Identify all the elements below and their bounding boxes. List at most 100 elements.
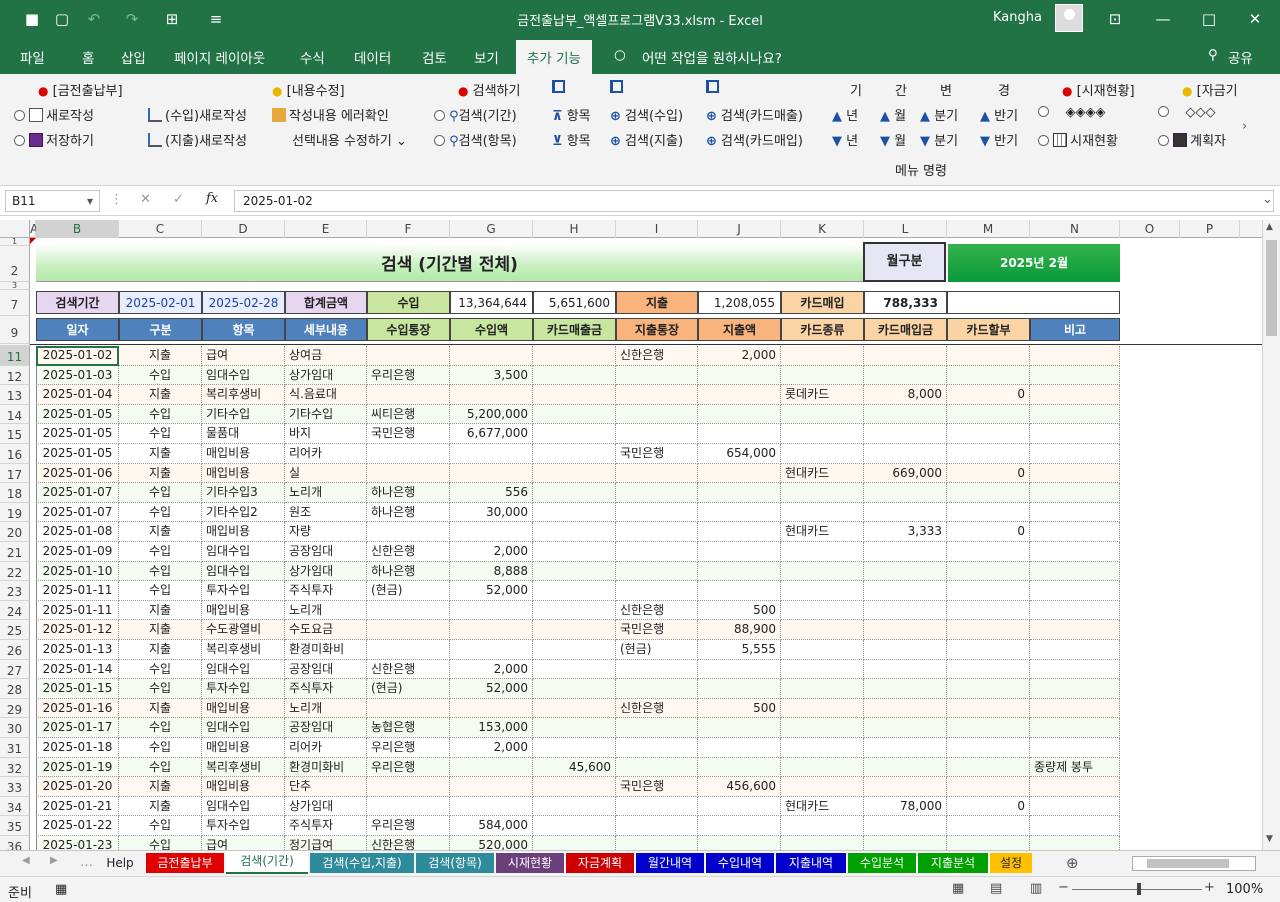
cell-income-account[interactable]: 신한은행 (367, 836, 450, 850)
cell-expense-account[interactable] (616, 561, 698, 582)
cell-card-sale[interactable] (533, 542, 616, 562)
cell-card-type[interactable] (781, 542, 864, 562)
cell-date[interactable]: 2025-01-07 (36, 502, 119, 523)
cell-income-account[interactable]: 우리은행 (367, 738, 450, 758)
cell-income-amount[interactable] (450, 640, 533, 660)
more-tabs-icon[interactable]: … (80, 855, 93, 870)
cell-date[interactable]: 2025-01-02 (36, 346, 119, 366)
formula-input[interactable]: 2025-01-02 (234, 190, 1274, 212)
cell-type[interactable]: 수입 (119, 836, 202, 850)
lightbulb-icon[interactable]: ○ (614, 47, 626, 63)
column-header[interactable]: M (947, 220, 1030, 238)
cell-income-amount[interactable] (450, 757, 533, 778)
cell-income-account[interactable]: 국민은행 (367, 424, 450, 444)
cell-card-type[interactable]: 현대카드 (781, 463, 864, 484)
cell-detail[interactable]: 공장임대 (285, 659, 367, 680)
cell-card-buy[interactable] (864, 346, 947, 366)
cell-card-buy[interactable]: 669,000 (864, 463, 947, 484)
cell-type[interactable]: 지출 (119, 385, 202, 405)
cell-card-buy[interactable] (864, 640, 947, 660)
cell-card-type[interactable]: 롯데카드 (781, 385, 864, 405)
cell-card-buy[interactable] (864, 698, 947, 719)
cell-card-sale[interactable] (533, 659, 616, 680)
month-down-button[interactable]: ▼ 월 (880, 130, 906, 149)
row-header[interactable]: 9 (0, 316, 30, 344)
cell-item[interactable]: 물품대 (202, 424, 285, 444)
close-icon[interactable]: ✕ (1242, 7, 1268, 31)
cell-expense-amount[interactable] (698, 659, 781, 680)
tab-scroll-right-icon[interactable]: ▶ (50, 855, 58, 866)
cell-card-installment[interactable]: 0 (947, 522, 1030, 542)
cell-expense-amount[interactable] (698, 836, 781, 850)
cell-expense-amount[interactable]: 456,600 (698, 777, 781, 797)
cell-expense-amount[interactable] (698, 502, 781, 523)
cell-card-installment[interactable] (947, 816, 1030, 836)
cell-income-amount[interactable] (450, 777, 533, 797)
layout-icon[interactable] (552, 80, 565, 95)
layout-icon[interactable] (706, 80, 719, 95)
row-header[interactable]: 32 (0, 757, 30, 778)
maximize-icon[interactable]: □ (1196, 7, 1222, 31)
cell-type[interactable]: 지출 (119, 777, 202, 797)
cell-card-installment[interactable] (947, 679, 1030, 699)
cell-income-amount[interactable]: 584,000 (450, 816, 533, 836)
sheet-tab[interactable]: 검색(수입,지출) (310, 853, 414, 873)
search-item-button[interactable]: ⚲검색(항목) (434, 130, 517, 149)
cell-card-installment[interactable] (947, 424, 1030, 444)
cell-card-buy[interactable] (864, 542, 947, 562)
cell-date[interactable]: 2025-01-15 (36, 679, 119, 699)
cell-card-installment[interactable] (947, 502, 1030, 523)
cell-detail[interactable]: 바지 (285, 424, 367, 444)
select-all-corner[interactable] (0, 220, 30, 238)
search-card-buy-button[interactable]: ⊕ 검색(카드매입) (706, 130, 803, 149)
cell-card-sale[interactable] (533, 444, 616, 464)
cell-expense-amount[interactable]: 5,555 (698, 640, 781, 660)
search-card-sale-button[interactable]: ⊕ 검색(카드매출) (706, 105, 803, 124)
cell-income-account[interactable]: 신한은행 (367, 659, 450, 680)
cell-type[interactable]: 수입 (119, 424, 202, 444)
search-expense-button[interactable]: ⊕ 검색(지출) (610, 130, 683, 149)
cell-card-buy[interactable] (864, 581, 947, 601)
cell-detail[interactable]: 주식투자 (285, 679, 367, 699)
cell-type[interactable]: 수입 (119, 738, 202, 758)
cell-card-buy[interactable]: 8,000 (864, 385, 947, 405)
cell-card-installment[interactable]: 0 (947, 463, 1030, 484)
cell-expense-amount[interactable] (698, 365, 781, 386)
cell-date[interactable]: 2025-01-06 (36, 463, 119, 484)
cell-card-sale[interactable] (533, 738, 616, 758)
cell-memo[interactable] (1030, 738, 1120, 758)
cell-card-installment[interactable]: 0 (947, 385, 1030, 405)
cell-expense-amount[interactable] (698, 483, 781, 503)
column-header[interactable]: B (36, 220, 119, 238)
cell-income-amount[interactable] (450, 385, 533, 405)
column-header[interactable]: D (202, 220, 285, 238)
cell-expense-account[interactable] (616, 738, 698, 758)
cell-income-account[interactable] (367, 385, 450, 405)
row-header[interactable]: 26 (0, 640, 30, 660)
cell-expense-amount[interactable] (698, 581, 781, 601)
column-header[interactable]: N (1030, 220, 1120, 238)
cell-income-amount[interactable] (450, 522, 533, 542)
cell-expense-amount[interactable]: 500 (698, 600, 781, 621)
cell-card-buy[interactable]: 78,000 (864, 796, 947, 817)
row-header[interactable]: 31 (0, 738, 30, 758)
cell-type[interactable]: 수입 (119, 404, 202, 425)
cell-date[interactable]: 2025-01-05 (36, 444, 119, 464)
row-header[interactable]: 29 (0, 698, 30, 719)
cell-detail[interactable]: 공장임대 (285, 542, 367, 562)
cell-expense-account[interactable]: 국민은행 (616, 444, 698, 464)
cell-type[interactable]: 수입 (119, 679, 202, 699)
cell-income-amount[interactable]: 2,000 (450, 738, 533, 758)
cell-expense-amount[interactable]: 88,900 (698, 620, 781, 640)
cell-card-sale[interactable] (533, 424, 616, 444)
cell-item[interactable]: 급여 (202, 836, 285, 850)
normal-view-icon[interactable]: ▦ (952, 881, 964, 896)
cell-income-account[interactable]: 하나은행 (367, 483, 450, 503)
column-header[interactable]: P (1180, 220, 1240, 238)
cell-card-buy[interactable] (864, 757, 947, 778)
cell-card-installment[interactable] (947, 757, 1030, 778)
item-sort-down-button[interactable]: ⊻ 항목 (552, 130, 591, 149)
cell-card-type[interactable] (781, 600, 864, 621)
cell-expense-account[interactable]: 국민은행 (616, 620, 698, 640)
cell-income-account[interactable]: (현금) (367, 581, 450, 601)
